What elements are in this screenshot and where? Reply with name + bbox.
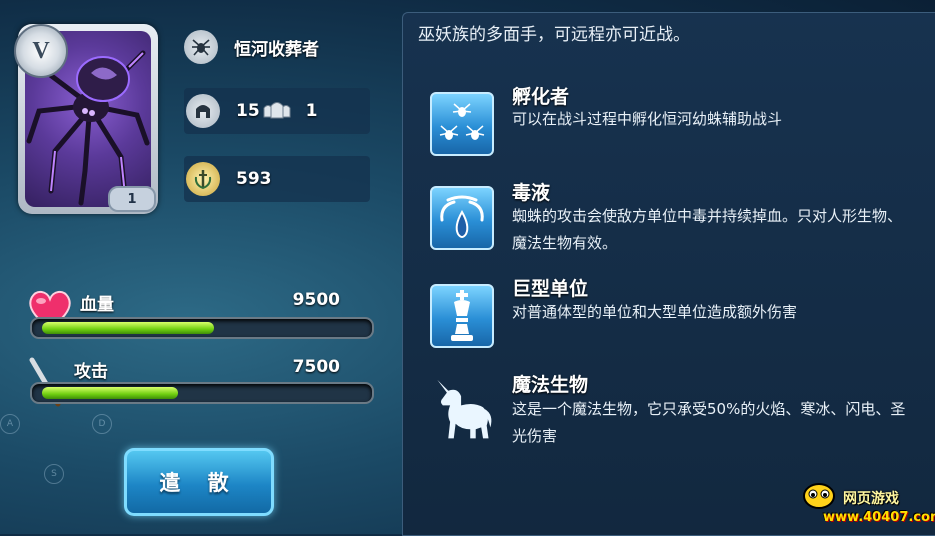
mascot-icon (801, 480, 837, 514)
rank-badge: V (14, 24, 68, 78)
ability-desc: 对普通体型的单位和大型单位造成额外伤害 (512, 303, 798, 321)
card-level: 1 (127, 191, 137, 207)
ability-name: 魔法生物 (512, 374, 589, 396)
chess-king-icon (430, 284, 494, 348)
card-level-badge: 1 (108, 186, 156, 212)
venom-drop-icon (430, 186, 494, 250)
disband-button[interactable]: 遣 散 (124, 448, 274, 516)
ability-desc: 蜘蛛的攻击会使敌方单位中毒并持续掉血。只对人形生物、魔法生物有效。 (512, 207, 903, 252)
health-value: 9500 (292, 290, 340, 310)
attack-value: 7500 (292, 357, 340, 377)
power-row: 593 (184, 156, 370, 202)
ability-name: 孵化者 (512, 86, 570, 108)
watermark-line1: 网页游戏 (843, 491, 899, 507)
spider-hatch-icon (430, 92, 494, 156)
rank-letter: V (32, 37, 50, 64)
cost-row: 15 1 (184, 88, 370, 134)
ability-desc: 这是一个魔法生物，它只承受50%的火焰、寒冰、闪电、圣光伤害 (512, 400, 906, 445)
ability-name: 巨型单位 (512, 278, 589, 300)
slot-value: 1 (305, 101, 318, 121)
spider-icon (184, 30, 218, 64)
laurel-sword-icon (186, 162, 220, 196)
rune-s: S (44, 464, 64, 484)
unit-name: 恒河收葬者 (234, 39, 319, 60)
unicorn-icon (430, 378, 494, 442)
attack-label: 攻击 (74, 362, 108, 382)
power-value: 593 (236, 169, 272, 189)
unit-name-row: 恒河收葬者 (184, 24, 370, 70)
cost-value: 15 (236, 101, 260, 121)
site-watermark: 网页游戏 www.40407.com (801, 478, 935, 530)
attack-bar-fill (42, 387, 178, 399)
ability-panel (402, 12, 935, 536)
health-bar-fill (42, 322, 214, 334)
ability-desc: 可以在战斗过程中孵化恒河幼蛛辅助战斗 (512, 110, 783, 128)
rune-d: D (92, 414, 112, 434)
health-label: 血量 (80, 295, 114, 315)
ability-name: 毒液 (512, 182, 551, 204)
watermark-line2: www.40407.com (823, 510, 935, 525)
unit-summary: 巫妖族的多面手，可远程亦可近战。 (418, 25, 690, 45)
rune-a: A (0, 414, 20, 434)
slots-icon (262, 99, 292, 123)
helmet-icon (186, 94, 220, 128)
